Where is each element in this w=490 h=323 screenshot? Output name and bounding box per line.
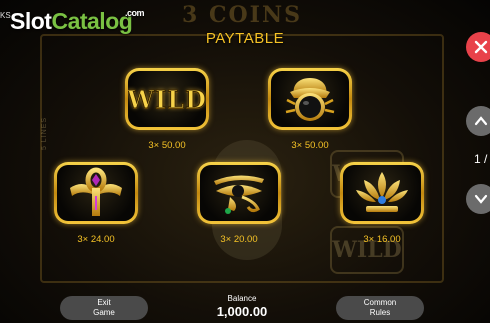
payout-multiplier: 3× <box>220 234 232 245</box>
wild-symbol: WILD <box>125 68 209 130</box>
wild-payout: 3× 50.00 <box>125 140 209 151</box>
payout-value: 24.00 <box>90 234 115 245</box>
balance-label: Balance <box>227 294 257 303</box>
chevron-down-icon <box>474 194 488 204</box>
common-rules-button[interactable]: Common Rules <box>336 296 424 320</box>
eye-of-horus-symbol <box>197 162 281 224</box>
scarab-symbol <box>268 68 352 130</box>
paytable-title: PAYTABLE <box>205 30 285 47</box>
close-button[interactable] <box>466 32 490 62</box>
payout-multiplier: 3× <box>148 140 160 151</box>
ankh-symbol <box>54 162 138 224</box>
eye-of-horus-icon <box>214 175 264 214</box>
lotus-icon <box>356 172 408 212</box>
exit-label-line2: Game <box>93 308 115 317</box>
lines-label: 5 LINES <box>41 116 49 151</box>
exit-game-button[interactable]: Exit Game <box>60 296 148 320</box>
rules-label-line2: Rules <box>369 308 391 317</box>
scarab-icon <box>285 78 335 121</box>
payout-multiplier: 3× <box>363 234 375 245</box>
payout-value: 16.00 <box>376 234 401 245</box>
lotus-symbol <box>340 162 424 224</box>
ankh-icon <box>70 167 122 216</box>
wild-label: WILD <box>128 84 206 114</box>
eye-of-horus-payout: 3× 20.00 <box>197 234 281 245</box>
logo-domain: .com <box>125 8 145 18</box>
scarab-payout: 3× 50.00 <box>268 140 352 151</box>
payout-value: 50.00 <box>161 140 186 151</box>
payout-multiplier: 3× <box>291 140 303 151</box>
page-down-button[interactable] <box>466 184 490 214</box>
ankh-payout: 3× 24.00 <box>54 234 138 245</box>
payout-multiplier: 3× <box>77 234 89 245</box>
payout-value: 20.00 <box>233 234 258 245</box>
page-up-button[interactable] <box>466 106 490 136</box>
background-game-title: 3 COINS <box>182 2 302 28</box>
lotus-payout: 3× 16.00 <box>340 234 424 245</box>
balance-value: 1,000.00 <box>216 304 268 319</box>
chevron-up-icon <box>474 116 488 126</box>
exit-label-line1: Exit <box>97 298 111 307</box>
rules-label-line1: Common <box>363 298 397 307</box>
close-icon <box>474 40 488 54</box>
payout-value: 50.00 <box>304 140 329 151</box>
page-indicator: 1 / <box>474 152 488 166</box>
